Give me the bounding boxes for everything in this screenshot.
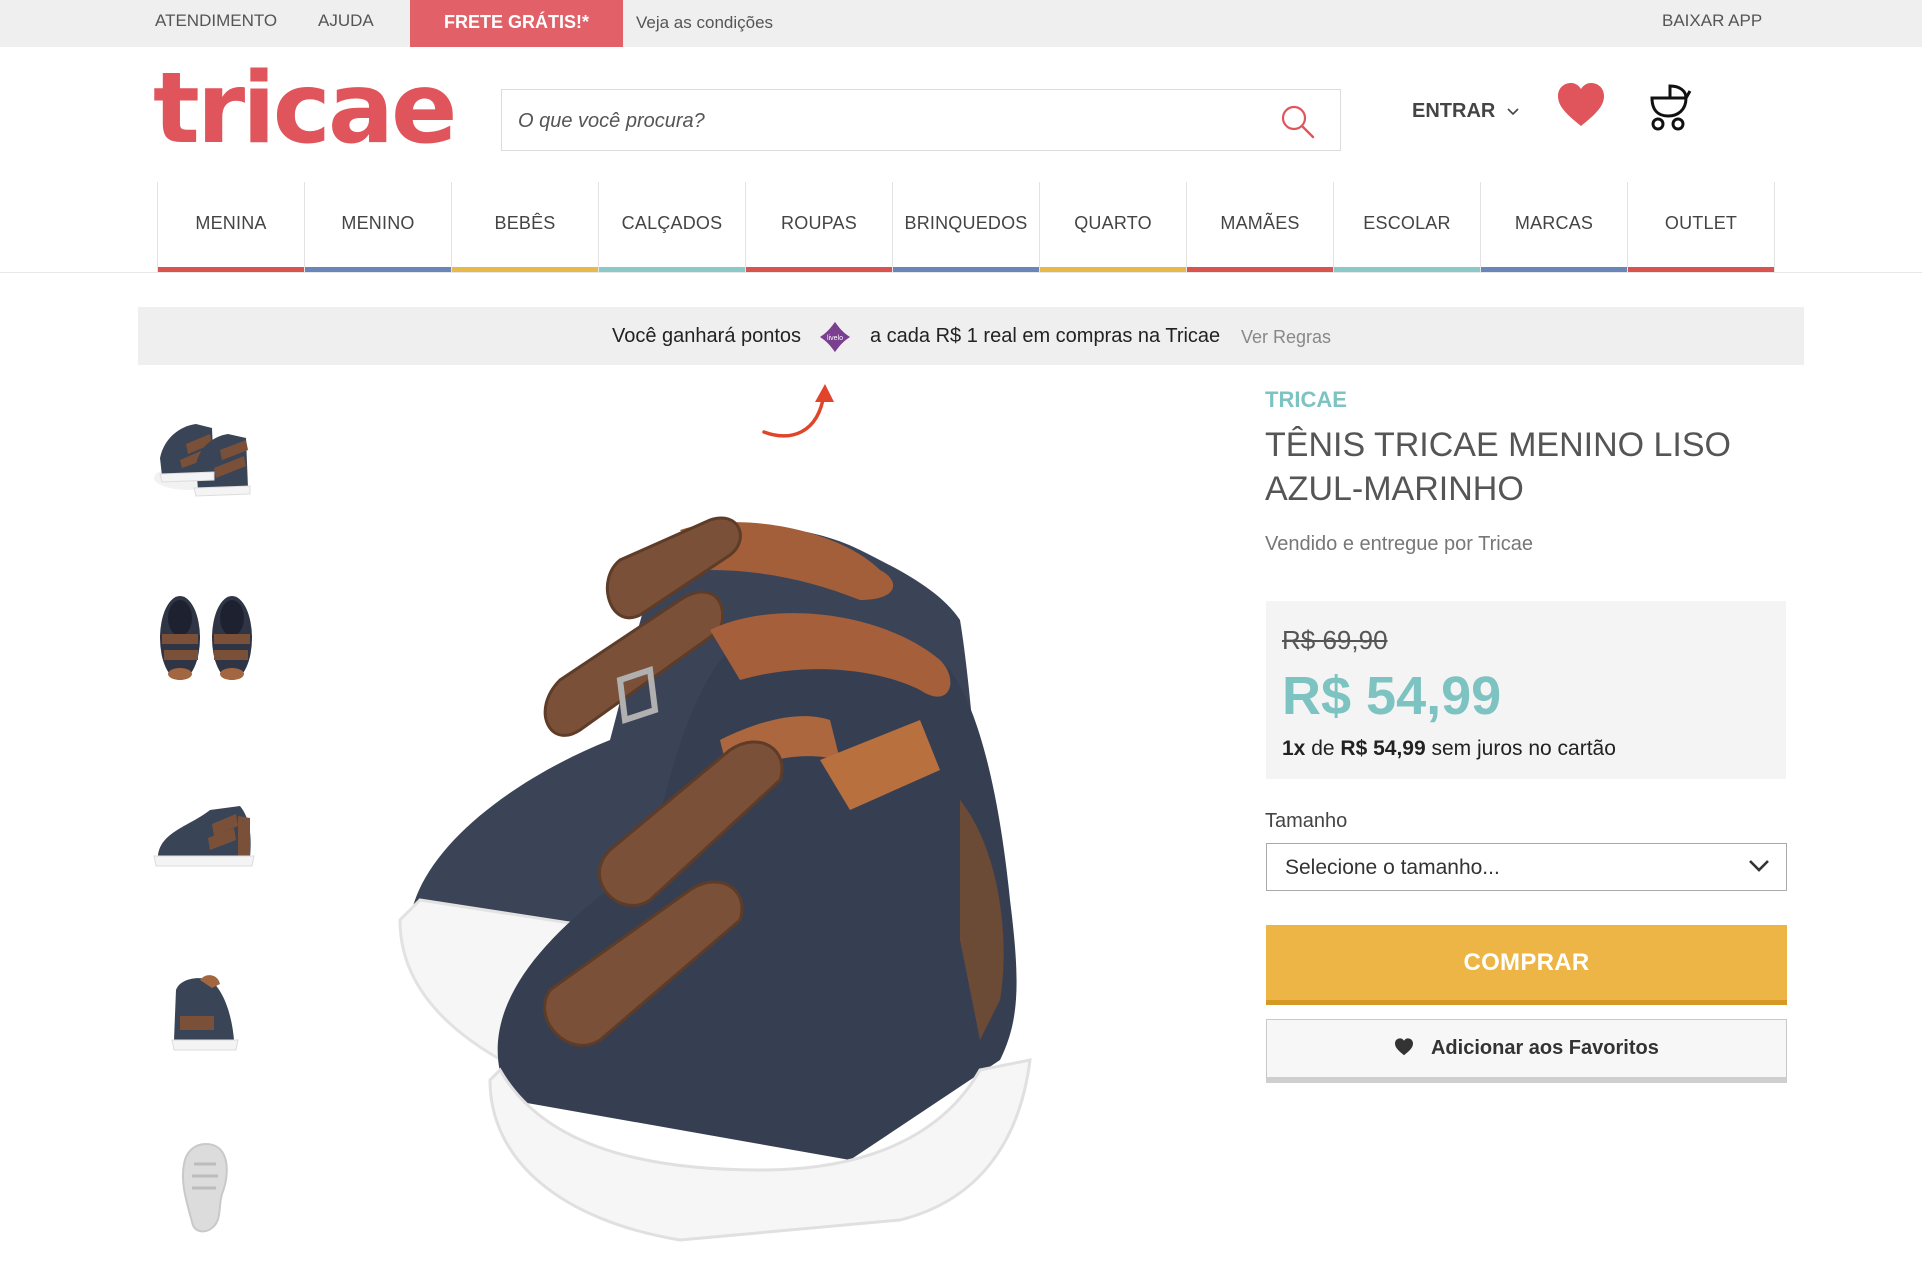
add-to-favorites-button[interactable]: Adicionar aos Favoritos <box>1266 1019 1787 1083</box>
top-utility-bar: ATENDIMENTO AJUDA FRETE GRÁTIS!* Veja as… <box>0 0 1922 47</box>
nav-item-calçados[interactable]: CALÇADOS <box>599 182 746 272</box>
product-thumbnail[interactable] <box>150 388 262 508</box>
product-thumbnail[interactable] <box>150 766 262 886</box>
product-title: TÊNIS TRICAE MENINO LISO AZUL-MARINHO <box>1265 426 1732 508</box>
shipping-conditions-link[interactable]: Veja as condições <box>636 13 773 33</box>
nav-item-label: MENINO <box>341 213 415 233</box>
product-thumbnail[interactable] <box>150 950 262 1070</box>
see-rules-link[interactable]: Ver Regras <box>1241 327 1331 348</box>
chevron-down-icon <box>1749 860 1769 872</box>
nav-item-color-bar <box>1040 267 1186 272</box>
size-select-value: Selecione o tamanho... <box>1285 856 1500 879</box>
nav-item-label: BRINQUEDOS <box>904 213 1028 233</box>
search-box <box>501 89 1341 152</box>
nav-item-escolar[interactable]: ESCOLAR <box>1334 182 1481 272</box>
size-label: Tamanho <box>1265 810 1348 832</box>
nav-item-label: MAMÃES <box>1220 213 1300 233</box>
nav-item-label: CALÇADOS <box>621 213 723 233</box>
stroller-cart-icon[interactable] <box>1648 82 1694 132</box>
nav-item-label: ROUPAS <box>781 213 857 233</box>
nav-item-bebês[interactable]: BEBÊS <box>452 182 599 272</box>
installment-count: 1x <box>1282 737 1306 760</box>
nav-item-color-bar <box>158 267 304 272</box>
old-price: R$ 69,90 <box>1282 625 1388 655</box>
category-nav: MENINA MENINO BEBÊS CALÇADOS ROUPAS BRINQUEDO… <box>0 182 1922 273</box>
nav-item-color-bar <box>1334 267 1480 272</box>
nav-item-label: MENINA <box>195 213 267 233</box>
ajuda-link[interactable]: AJUDA <box>318 11 374 31</box>
heart-icon[interactable] <box>1556 82 1606 128</box>
heart-icon <box>1395 1038 1414 1055</box>
product-brand[interactable]: TRICAE <box>1265 387 1347 413</box>
nav-item-color-bar <box>893 267 1039 272</box>
nav-item-marcas[interactable]: MARCAS <box>1481 182 1628 272</box>
product-main-image[interactable] <box>380 380 1140 1260</box>
installment-info: 1x de R$ 54,99 sem juros no cartão <box>1282 737 1616 761</box>
site-header: tricae ENTRAR <box>0 47 1922 183</box>
atendimento-link[interactable]: ATENDIMENTO <box>155 11 277 31</box>
nav-item-mamães[interactable]: MAMÃES <box>1187 182 1334 272</box>
category-nav-list: MENINA MENINO BEBÊS CALÇADOS ROUPAS BRINQUEDO… <box>157 182 1775 272</box>
livelo-logo-icon: livelo <box>820 322 850 352</box>
product-thumbnail[interactable] <box>150 1124 262 1244</box>
nav-item-color-bar <box>305 267 451 272</box>
livelo-logo-text: livelo <box>827 335 843 342</box>
installment-value: R$ 54,99 <box>1340 737 1426 760</box>
nav-item-quarto[interactable]: QUARTO <box>1040 182 1187 272</box>
nav-item-roupas[interactable]: ROUPAS <box>746 182 893 272</box>
nav-item-label: BEBÊS <box>494 213 556 233</box>
size-select[interactable]: Selecione o tamanho... <box>1266 843 1787 891</box>
chevron-down-icon <box>1507 108 1519 115</box>
installment-de: de <box>1311 737 1335 760</box>
current-price: R$ 54,99 <box>1282 666 1502 726</box>
price-box: R$ 69,90 R$ 54,99 1x de R$ 54,99 sem jur… <box>1266 601 1786 779</box>
nav-item-color-bar <box>1481 267 1627 272</box>
nav-item-label: ESCOLAR <box>1363 213 1451 233</box>
seller-info: Vendido e entregue por Tricae <box>1265 533 1533 555</box>
points-text-before: Você ganhará pontos <box>612 325 802 347</box>
nav-item-label: OUTLET <box>1664 213 1738 233</box>
nav-item-label: MARCAS <box>1514 213 1594 233</box>
points-text-after: a cada R$ 1 real em compras na Tricae <box>870 325 1221 347</box>
add-to-favorites-label: Adicionar aos Favoritos <box>1430 1037 1659 1059</box>
installment-terms: sem juros no cartão <box>1431 737 1616 760</box>
nav-item-menino[interactable]: MENINO <box>305 182 452 272</box>
nav-item-color-bar <box>1628 267 1774 272</box>
nav-item-color-bar <box>1187 267 1333 272</box>
free-shipping-badge[interactable]: FRETE GRÁTIS!* <box>410 0 623 47</box>
nav-item-color-bar <box>599 267 745 272</box>
nav-item-outlet[interactable]: OUTLET <box>1628 182 1775 272</box>
nav-item-label: QUARTO <box>1074 213 1152 233</box>
download-app-link[interactable]: BAIXAR APP <box>1662 11 1762 31</box>
product-thumbnail[interactable] <box>150 578 262 698</box>
search-icon[interactable] <box>1280 104 1316 140</box>
nav-item-brinquedos[interactable]: BRINQUEDOS <box>893 182 1040 272</box>
login-menu[interactable]: ENTRAR <box>1412 100 1519 123</box>
tricae-logo[interactable]: tricae <box>153 49 457 169</box>
buy-button[interactable]: COMPRAR <box>1266 925 1787 1005</box>
nav-item-color-bar <box>452 267 598 272</box>
login-label: ENTRAR <box>1412 100 1496 122</box>
nav-item-menina[interactable]: MENINA <box>158 182 305 272</box>
livelo-points-banner: Você ganhará pontos livelo a cada R$ 1 r… <box>138 307 1804 365</box>
nav-item-color-bar <box>746 267 892 272</box>
search-input[interactable] <box>516 90 1260 152</box>
